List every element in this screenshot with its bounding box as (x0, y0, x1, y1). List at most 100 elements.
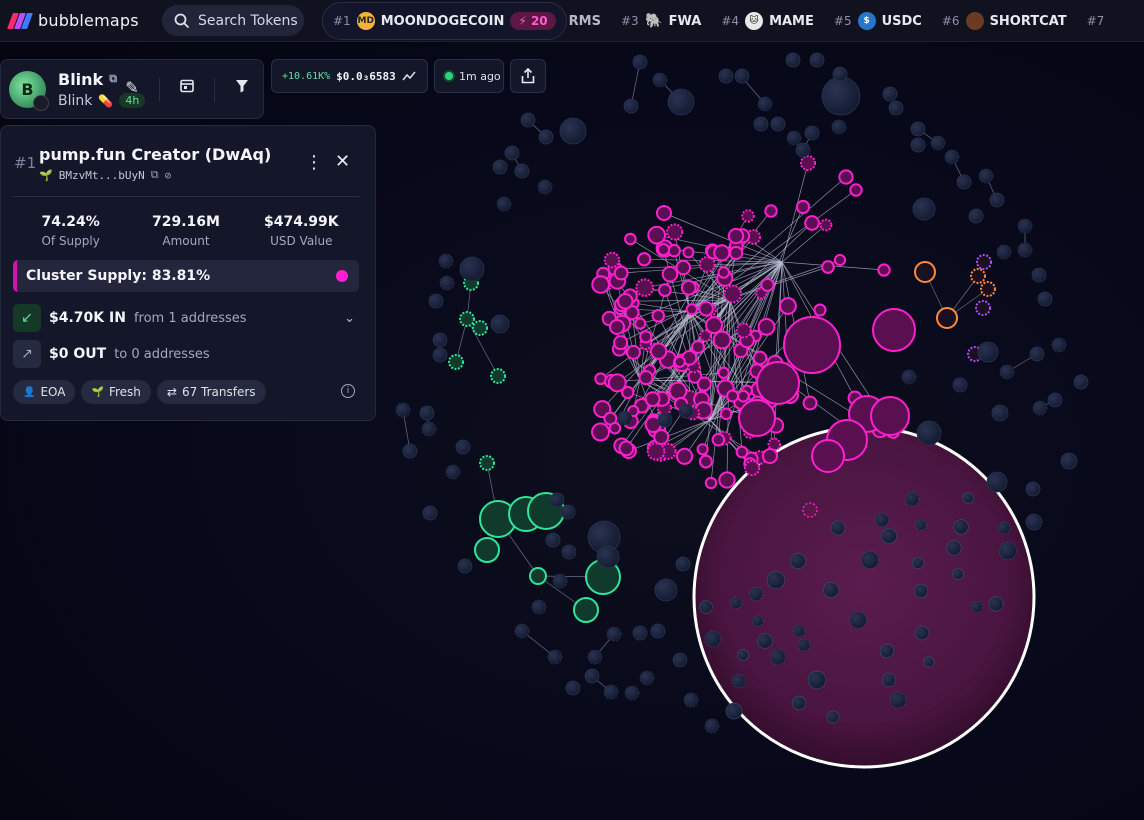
cluster-bubble[interactable] (811, 439, 845, 473)
top-holder-bubble[interactable] (692, 425, 1036, 769)
cluster-bubble[interactable] (661, 265, 679, 283)
holder-bubble[interactable] (802, 502, 818, 518)
holder-bubble[interactable] (490, 314, 510, 334)
holder-bubble[interactable] (889, 691, 907, 709)
cluster-bubble[interactable] (529, 567, 547, 585)
cluster-bubble[interactable] (609, 319, 625, 335)
filter-icon[interactable] (233, 78, 251, 102)
holder-bubble[interactable] (916, 420, 942, 446)
holder-bubble[interactable] (807, 670, 827, 690)
cluster-bubble[interactable] (603, 251, 621, 269)
cluster-bubble[interactable] (479, 455, 495, 471)
cluster-bubble[interactable] (658, 283, 672, 297)
trending-item-3[interactable]: #3 🐘 FWA (611, 12, 711, 30)
cluster-bubble[interactable] (649, 342, 668, 360)
cluster-bubble[interactable] (783, 316, 841, 374)
holder-bubble[interactable] (962, 492, 974, 504)
holder-bubble[interactable] (538, 129, 554, 145)
holder-bubble[interactable] (952, 377, 968, 393)
cluster-bubble[interactable] (717, 266, 730, 279)
holder-bubble[interactable] (725, 702, 743, 720)
cluster-bubble[interactable] (795, 199, 811, 215)
holder-bubble[interactable] (757, 96, 773, 112)
holder-bubble[interactable] (997, 521, 1011, 535)
cluster-bubble[interactable] (691, 340, 705, 355)
holder-bubble[interactable] (989, 192, 1005, 208)
holder-bubble[interactable] (549, 492, 565, 508)
holder-bubble[interactable] (596, 545, 620, 569)
cluster-bubble[interactable] (970, 268, 986, 284)
holder-bubble[interactable] (422, 505, 438, 521)
more-menu-icon[interactable]: ⋮ (305, 152, 323, 173)
cluster-bubble[interactable] (727, 227, 745, 245)
cluster-bubble[interactable] (675, 259, 691, 276)
holder-bubble[interactable] (492, 159, 508, 175)
holder-bubble[interactable] (704, 718, 720, 734)
trending-item-6[interactable]: #6 SHORTCAT (932, 12, 1077, 30)
inflow-row[interactable]: ↙ $4.70K IN from 1 addresses ⌄ (13, 304, 359, 332)
holder-bubble[interactable] (1060, 452, 1078, 470)
holder-bubble[interactable] (952, 568, 964, 580)
holder-bubble[interactable] (1032, 400, 1048, 416)
cluster-bubble[interactable] (573, 597, 599, 623)
cluster-bubble[interactable] (717, 366, 730, 379)
cluster-bubble[interactable] (639, 330, 653, 344)
cluster-bubble[interactable] (741, 209, 755, 223)
cluster-bubble[interactable] (802, 395, 818, 411)
holder-bubble[interactable] (904, 491, 920, 507)
holder-bubble[interactable] (1037, 291, 1053, 307)
cluster-bubble[interactable] (756, 361, 800, 405)
holder-bubble[interactable] (1051, 337, 1067, 353)
chevron-down-icon[interactable]: ⌄ (344, 311, 355, 326)
holder-bubble[interactable] (603, 684, 619, 700)
trending-item-5[interactable]: #5 $ USDC (824, 12, 932, 30)
cluster-bubble[interactable] (448, 354, 464, 370)
cluster-bubble[interactable] (819, 218, 833, 232)
holder-bubble[interactable] (623, 98, 639, 114)
holder-bubble[interactable] (930, 135, 946, 151)
cluster-bubble[interactable] (980, 281, 996, 297)
holder-bubble[interactable] (1025, 481, 1041, 497)
cluster-bubble[interactable] (613, 335, 629, 351)
cluster-bubble[interactable] (735, 322, 752, 339)
holder-bubble[interactable] (977, 341, 999, 363)
cluster-bubble[interactable] (726, 389, 740, 403)
holder-bubble[interactable] (978, 168, 994, 184)
holder-bubble[interactable] (504, 145, 520, 161)
holder-bubble[interactable] (770, 116, 786, 132)
holder-bubble[interactable] (547, 649, 563, 665)
search-tokens-button[interactable]: Search Tokens (162, 5, 304, 36)
cluster-bubble[interactable] (833, 253, 847, 267)
holder-bubble[interactable] (1025, 513, 1043, 531)
holder-bubble[interactable] (704, 630, 722, 648)
holder-bubble[interactable] (683, 692, 699, 708)
holder-bubble[interactable] (991, 404, 1009, 422)
holder-bubble[interactable] (792, 624, 806, 638)
holder-bubble[interactable] (606, 626, 622, 642)
cluster-bubble[interactable] (728, 245, 744, 261)
holder-bubble[interactable] (734, 68, 750, 84)
close-icon[interactable]: ✕ (335, 151, 350, 172)
holder-bubble[interactable] (520, 112, 536, 128)
cluster-bubble[interactable] (685, 303, 698, 316)
holder-bubble[interactable] (832, 66, 848, 82)
holder-bubble[interactable] (849, 611, 867, 629)
holder-bubble[interactable] (912, 197, 936, 221)
holder-bubble[interactable] (650, 623, 666, 639)
cluster-bubble[interactable] (760, 277, 775, 292)
copy-icon[interactable]: ⧉ (151, 168, 159, 182)
holder-bubble[interactable] (797, 638, 811, 652)
holder-bubble[interactable] (988, 596, 1004, 612)
holder-bubble[interactable] (731, 673, 747, 689)
cluster-bubble[interactable] (779, 297, 797, 315)
holder-bubble[interactable] (786, 130, 802, 146)
cluster-bubble[interactable] (704, 476, 718, 490)
cluster-bubble[interactable] (651, 309, 666, 323)
trending-item-2[interactable]: RMS (567, 14, 611, 29)
tag-transfers[interactable]: ⇄ 67 Transfers (156, 380, 266, 404)
holder-bubble[interactable] (791, 695, 807, 711)
holder-bubble[interactable] (923, 656, 935, 668)
trending-item-4[interactable]: #4 🐱 MAME (711, 12, 824, 30)
holder-bubble[interactable] (882, 86, 898, 102)
holder-bubble[interactable] (514, 623, 530, 639)
